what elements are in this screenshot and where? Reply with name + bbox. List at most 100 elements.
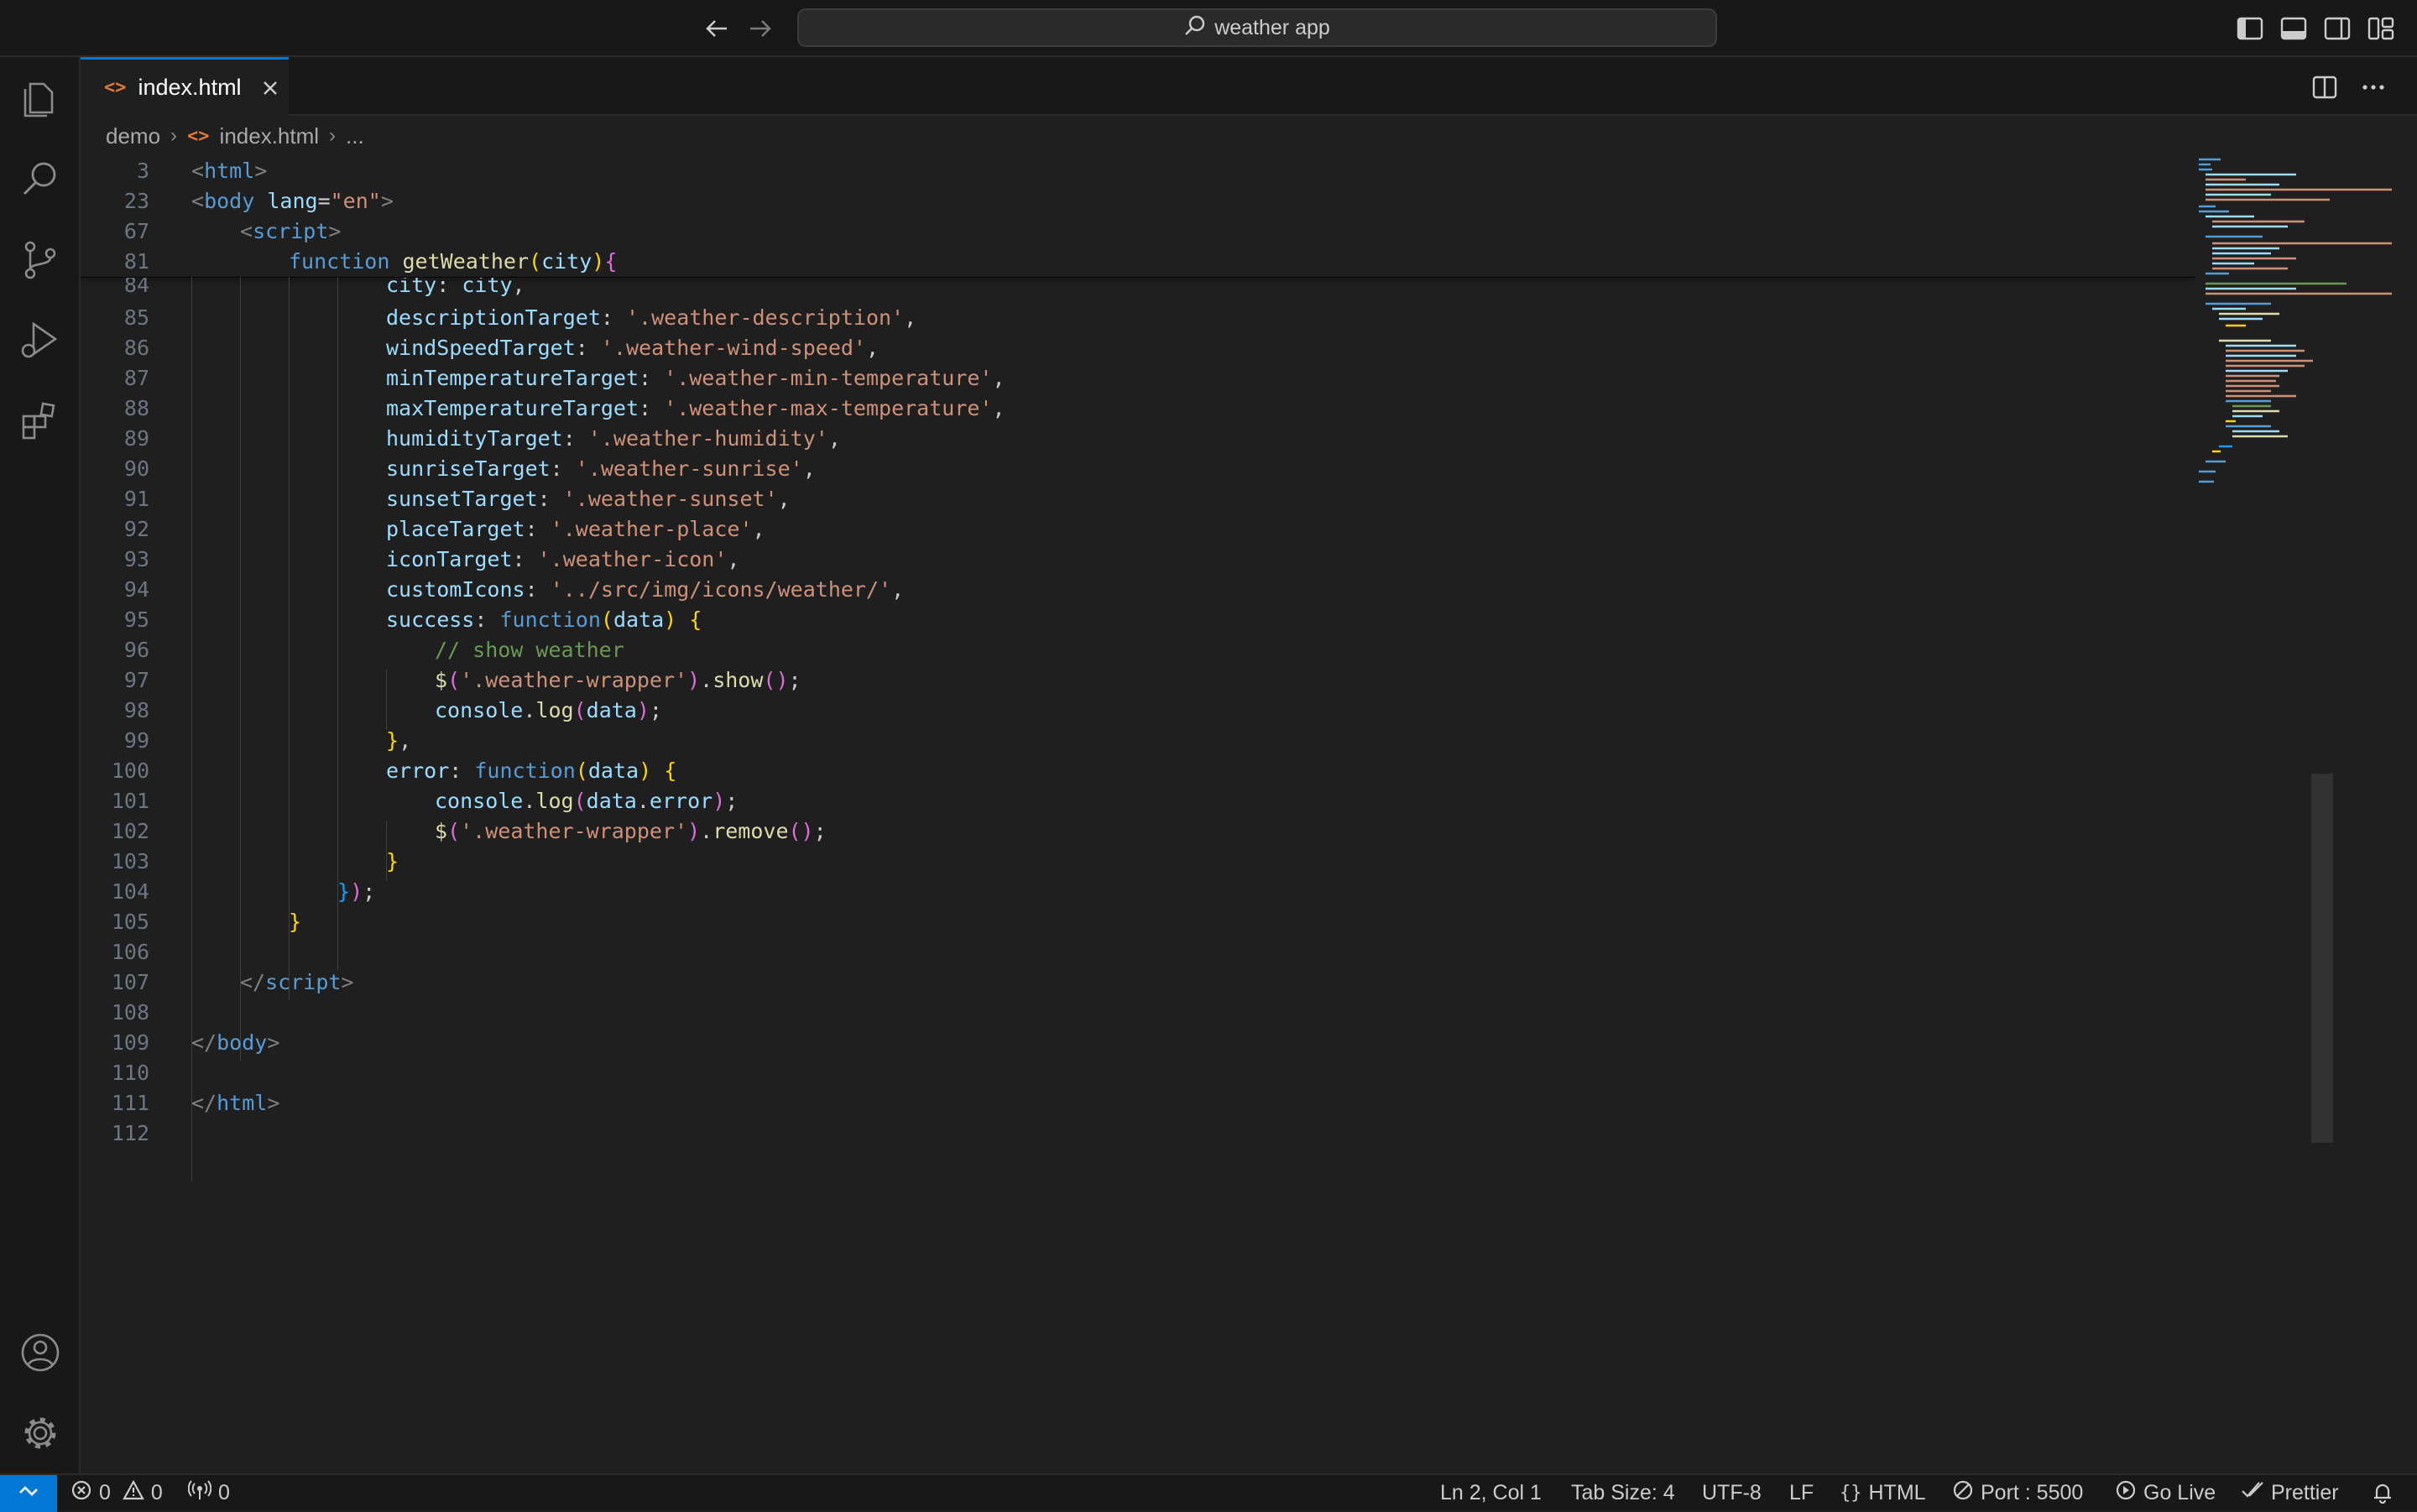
code-comment: // show weather <box>435 638 624 662</box>
cursor-position-label: Ln 2, Col 1 <box>1440 1480 1542 1504</box>
code-line[interactable]: 107 </script> <box>81 967 2195 998</box>
code-line[interactable]: 23 <body lang="en"> <box>81 186 2195 216</box>
remote-indicator[interactable] <box>0 1475 57 1512</box>
code-line[interactable]: 92 placeTarget: '.weather-place', <box>81 514 2195 545</box>
code-line[interactable]: 97 $('.weather-wrapper').show(); <box>81 665 2195 696</box>
port-label: Port : 5500 <box>1981 1480 2084 1504</box>
customize-layout-icon[interactable] <box>2367 15 2395 42</box>
warning-icon <box>123 1479 144 1507</box>
code-token: "en" <box>330 189 381 213</box>
explorer-icon[interactable] <box>18 77 62 121</box>
run-debug-icon[interactable] <box>18 319 62 362</box>
code-line[interactable]: 112 <box>81 1118 2195 1149</box>
code-line[interactable]: 90 sunriseTarget: '.weather-sunrise', <box>81 454 2195 484</box>
language-label: HTML <box>1868 1480 1926 1504</box>
toggle-primary-sidebar-icon[interactable] <box>2236 15 2264 42</box>
code-line[interactable]: 104}); <box>81 877 2195 907</box>
vertical-scrollbar[interactable] <box>2392 159 2414 1462</box>
code-line[interactable]: 93 iconTarget: '.weather-icon', <box>81 545 2195 575</box>
code-line[interactable]: 85 descriptionTarget: '.weather-descripti… <box>81 303 2195 333</box>
end-of-line[interactable]: LF <box>1789 1475 1814 1510</box>
tab-index-html[interactable]: <> index.html <box>81 57 289 116</box>
html-file-icon: <> <box>104 77 127 98</box>
code-line[interactable]: 106 <box>81 937 2195 967</box>
code-line[interactable]: 96 // show weather <box>81 635 2195 665</box>
code-token: sunriseTarget <box>386 456 551 481</box>
tab-size[interactable]: Tab Size: 4 <box>1571 1475 1675 1510</box>
breadcrumb-more[interactable]: ... <box>346 123 364 149</box>
search-icon[interactable] <box>18 158 62 201</box>
code-token: humidityTarget <box>386 426 563 451</box>
code-line[interactable]: 101 console.log(data.error); <box>81 786 2195 816</box>
code-line[interactable]: 91 sunsetTarget: '.weather-sunset', <box>81 484 2195 514</box>
line-number: 85 <box>123 305 149 330</box>
code-line[interactable]: 86 windSpeedTarget: '.weather-wind-speed'… <box>81 333 2195 363</box>
command-center-label: weather app <box>1214 15 1330 39</box>
code-line[interactable]: 84 city: city, <box>81 278 2195 303</box>
minimap[interactable] <box>2195 156 2397 592</box>
line-number: 96 <box>123 638 149 662</box>
code-line[interactable]: 108 <box>81 998 2195 1028</box>
braces-icon: {} <box>1840 1482 1862 1504</box>
code-line[interactable]: 87 minTemperatureTarget: '.weather-min-te… <box>81 363 2195 394</box>
cursor-position[interactable]: Ln 2, Col 1 <box>1440 1475 1542 1510</box>
code-line[interactable]: 105} <box>81 907 2195 937</box>
remote-icon <box>17 1479 40 1509</box>
code-token: console <box>435 789 524 813</box>
go-live-button[interactable]: Go Live <box>2115 1475 2216 1510</box>
arrow-right-icon[interactable] <box>745 13 775 44</box>
code-token: '.weather-icon' <box>537 547 728 571</box>
code-line[interactable]: 3 <html> <box>81 156 2195 186</box>
code-line[interactable]: 88 maxTemperatureTarget: '.weather-max-te… <box>81 394 2195 424</box>
code-line[interactable]: 109 </body> <box>81 1028 2195 1058</box>
tab-bar: <> index.html <box>81 57 2417 116</box>
code-token: city <box>462 278 513 297</box>
code-line[interactable]: 89 humidityTarget: '.weather-humidity', <box>81 424 2195 454</box>
manage-gear-icon[interactable] <box>18 1411 62 1455</box>
accounts-icon[interactable] <box>18 1331 62 1374</box>
code-token: minTemperatureTarget <box>386 366 639 390</box>
extensions-icon[interactable] <box>18 399 62 443</box>
split-editor-icon[interactable] <box>2311 74 2338 101</box>
scrollbar-thumb[interactable] <box>2311 774 2333 1143</box>
sticky-scroll: 3 <html> 23 <body lang="en"> 67 <script> 81… <box>81 156 2195 277</box>
notifications-bell-icon[interactable] <box>2372 1475 2394 1510</box>
code-line[interactable]: 95 success: function(data) { <box>81 605 2195 635</box>
close-icon[interactable] <box>260 78 280 98</box>
toggle-panel-icon[interactable] <box>2279 15 2308 42</box>
code-line[interactable]: 111 </html> <box>81 1088 2195 1118</box>
arrow-left-icon[interactable] <box>702 13 732 44</box>
code-line[interactable]: 103} <box>81 847 2195 877</box>
code-line[interactable]: 81 function getWeather(city){ <box>81 247 2195 277</box>
code-line[interactable]: 94 customIcons: '../src/img/icons/weather… <box>81 575 2195 605</box>
command-center-search[interactable]: weather app <box>797 8 1717 47</box>
code-line[interactable]: 98 console.log(data); <box>81 696 2195 726</box>
encoding[interactable]: UTF-8 <box>1702 1475 1762 1510</box>
toggle-secondary-sidebar-icon[interactable] <box>2323 15 2352 42</box>
code-line[interactable]: 102 $('.weather-wrapper').remove(); <box>81 816 2195 847</box>
breadcrumb-file[interactable]: index.html <box>220 123 320 149</box>
code-line[interactable]: 100 error: function(data) { <box>81 756 2195 786</box>
broadcast-icon <box>187 1479 212 1507</box>
code-token: city <box>386 278 437 297</box>
ports-count: 0 <box>218 1480 230 1504</box>
code-token: script <box>253 219 329 243</box>
prettier-status[interactable]: Prettier <box>2241 1475 2339 1510</box>
code-line[interactable]: 67 <script> <box>81 216 2195 247</box>
language-mode[interactable]: {} HTML <box>1840 1475 1926 1510</box>
code-token: lang <box>267 189 318 213</box>
ports-indicator[interactable]: 0 <box>187 1475 230 1510</box>
line-number: 99 <box>123 728 149 753</box>
search-icon <box>1184 14 1206 42</box>
more-actions-icon[interactable] <box>2360 74 2387 101</box>
error-count: 0 <box>99 1480 111 1504</box>
problems-indicator[interactable]: 0 0 <box>70 1475 163 1510</box>
code-token: '.weather-place' <box>550 517 753 541</box>
code-editor[interactable]: 3 <html> 23 <body lang="en"> 67 <script> 81… <box>81 156 2195 1181</box>
code-line[interactable]: 110 <box>81 1058 2195 1088</box>
live-server-port[interactable]: Port : 5500 <box>1952 1475 2083 1510</box>
breadcrumb-folder[interactable]: demo <box>106 123 160 149</box>
code-line[interactable]: 99}, <box>81 726 2195 756</box>
activity-bar <box>0 57 81 1473</box>
source-control-icon[interactable] <box>18 238 62 282</box>
